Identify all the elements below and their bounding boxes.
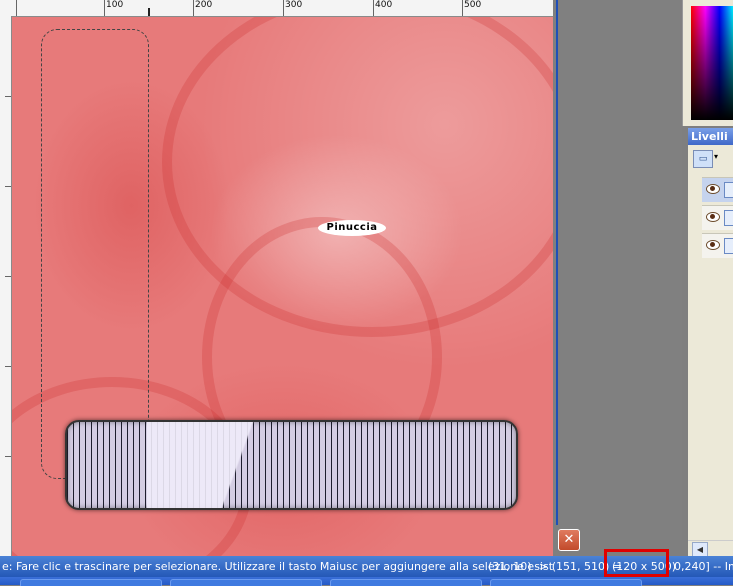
- image-canvas[interactable]: Pinuccia: [12, 17, 553, 556]
- layer-row[interactable]: [702, 205, 733, 230]
- layer-row[interactable]: [702, 177, 733, 202]
- status-extra: 0,240] -- Im: [674, 560, 733, 573]
- ruler-label: 500: [464, 0, 482, 10]
- status-hint: e: Fare clic e trascinare per selezionar…: [2, 560, 554, 573]
- layers-panel: ▭ ▾: [688, 145, 733, 540]
- ruler-cursor-marker: [148, 8, 150, 16]
- layer-row[interactable]: [702, 233, 733, 258]
- chevron-down-icon[interactable]: ▾: [714, 152, 718, 161]
- close-button[interactable]: ✕: [558, 529, 580, 551]
- ruler-tick: [462, 0, 463, 16]
- annotation-highlight-box: [604, 549, 669, 577]
- watermark-badge: Pinuccia: [318, 220, 386, 236]
- eye-icon[interactable]: [706, 184, 720, 194]
- layers-panel-title: Livelli: [688, 128, 733, 145]
- ruler-tick: [16, 0, 17, 16]
- ruler-tick: [5, 96, 11, 97]
- eye-icon[interactable]: [706, 240, 720, 250]
- taskbar: [0, 577, 733, 586]
- scroll-left-icon[interactable]: ◀: [692, 542, 708, 557]
- layer-thumbnail: [724, 210, 733, 226]
- materials-palette: [682, 0, 733, 126]
- new-layer-icon[interactable]: ▭: [693, 150, 713, 168]
- ruler-label: 200: [195, 0, 213, 10]
- selection-marquee[interactable]: [41, 29, 149, 479]
- ruler-tick: [373, 0, 374, 16]
- layer-thumbnail: [724, 182, 733, 198]
- ruler-tick: [283, 0, 284, 16]
- ruler-tick: [5, 366, 11, 367]
- vertical-ruler: [0, 16, 12, 556]
- window-border: [556, 0, 558, 525]
- workspace-background: [560, 0, 682, 540]
- ruler-tick: [5, 276, 11, 277]
- horizontal-ruler: 100 200 300 400 500: [0, 0, 560, 17]
- selection-coordinates: (31, 10) -> (151, 510) =: [488, 560, 623, 573]
- ruler-label: 100: [106, 0, 124, 10]
- ruler-tick: [193, 0, 194, 16]
- layer-thumbnail: [724, 238, 733, 254]
- eye-icon[interactable]: [706, 212, 720, 222]
- ruler-label: 300: [285, 0, 303, 10]
- ruler-tick: [104, 0, 105, 16]
- ruler-tick: [5, 456, 11, 457]
- striped-rounded-bar: [65, 420, 518, 510]
- color-picker[interactable]: [691, 6, 733, 120]
- layers-scrollbar[interactable]: ◀: [688, 540, 733, 557]
- ruler-label: 400: [375, 0, 393, 10]
- bar-highlight: [147, 422, 307, 508]
- ruler-tick: [5, 186, 11, 187]
